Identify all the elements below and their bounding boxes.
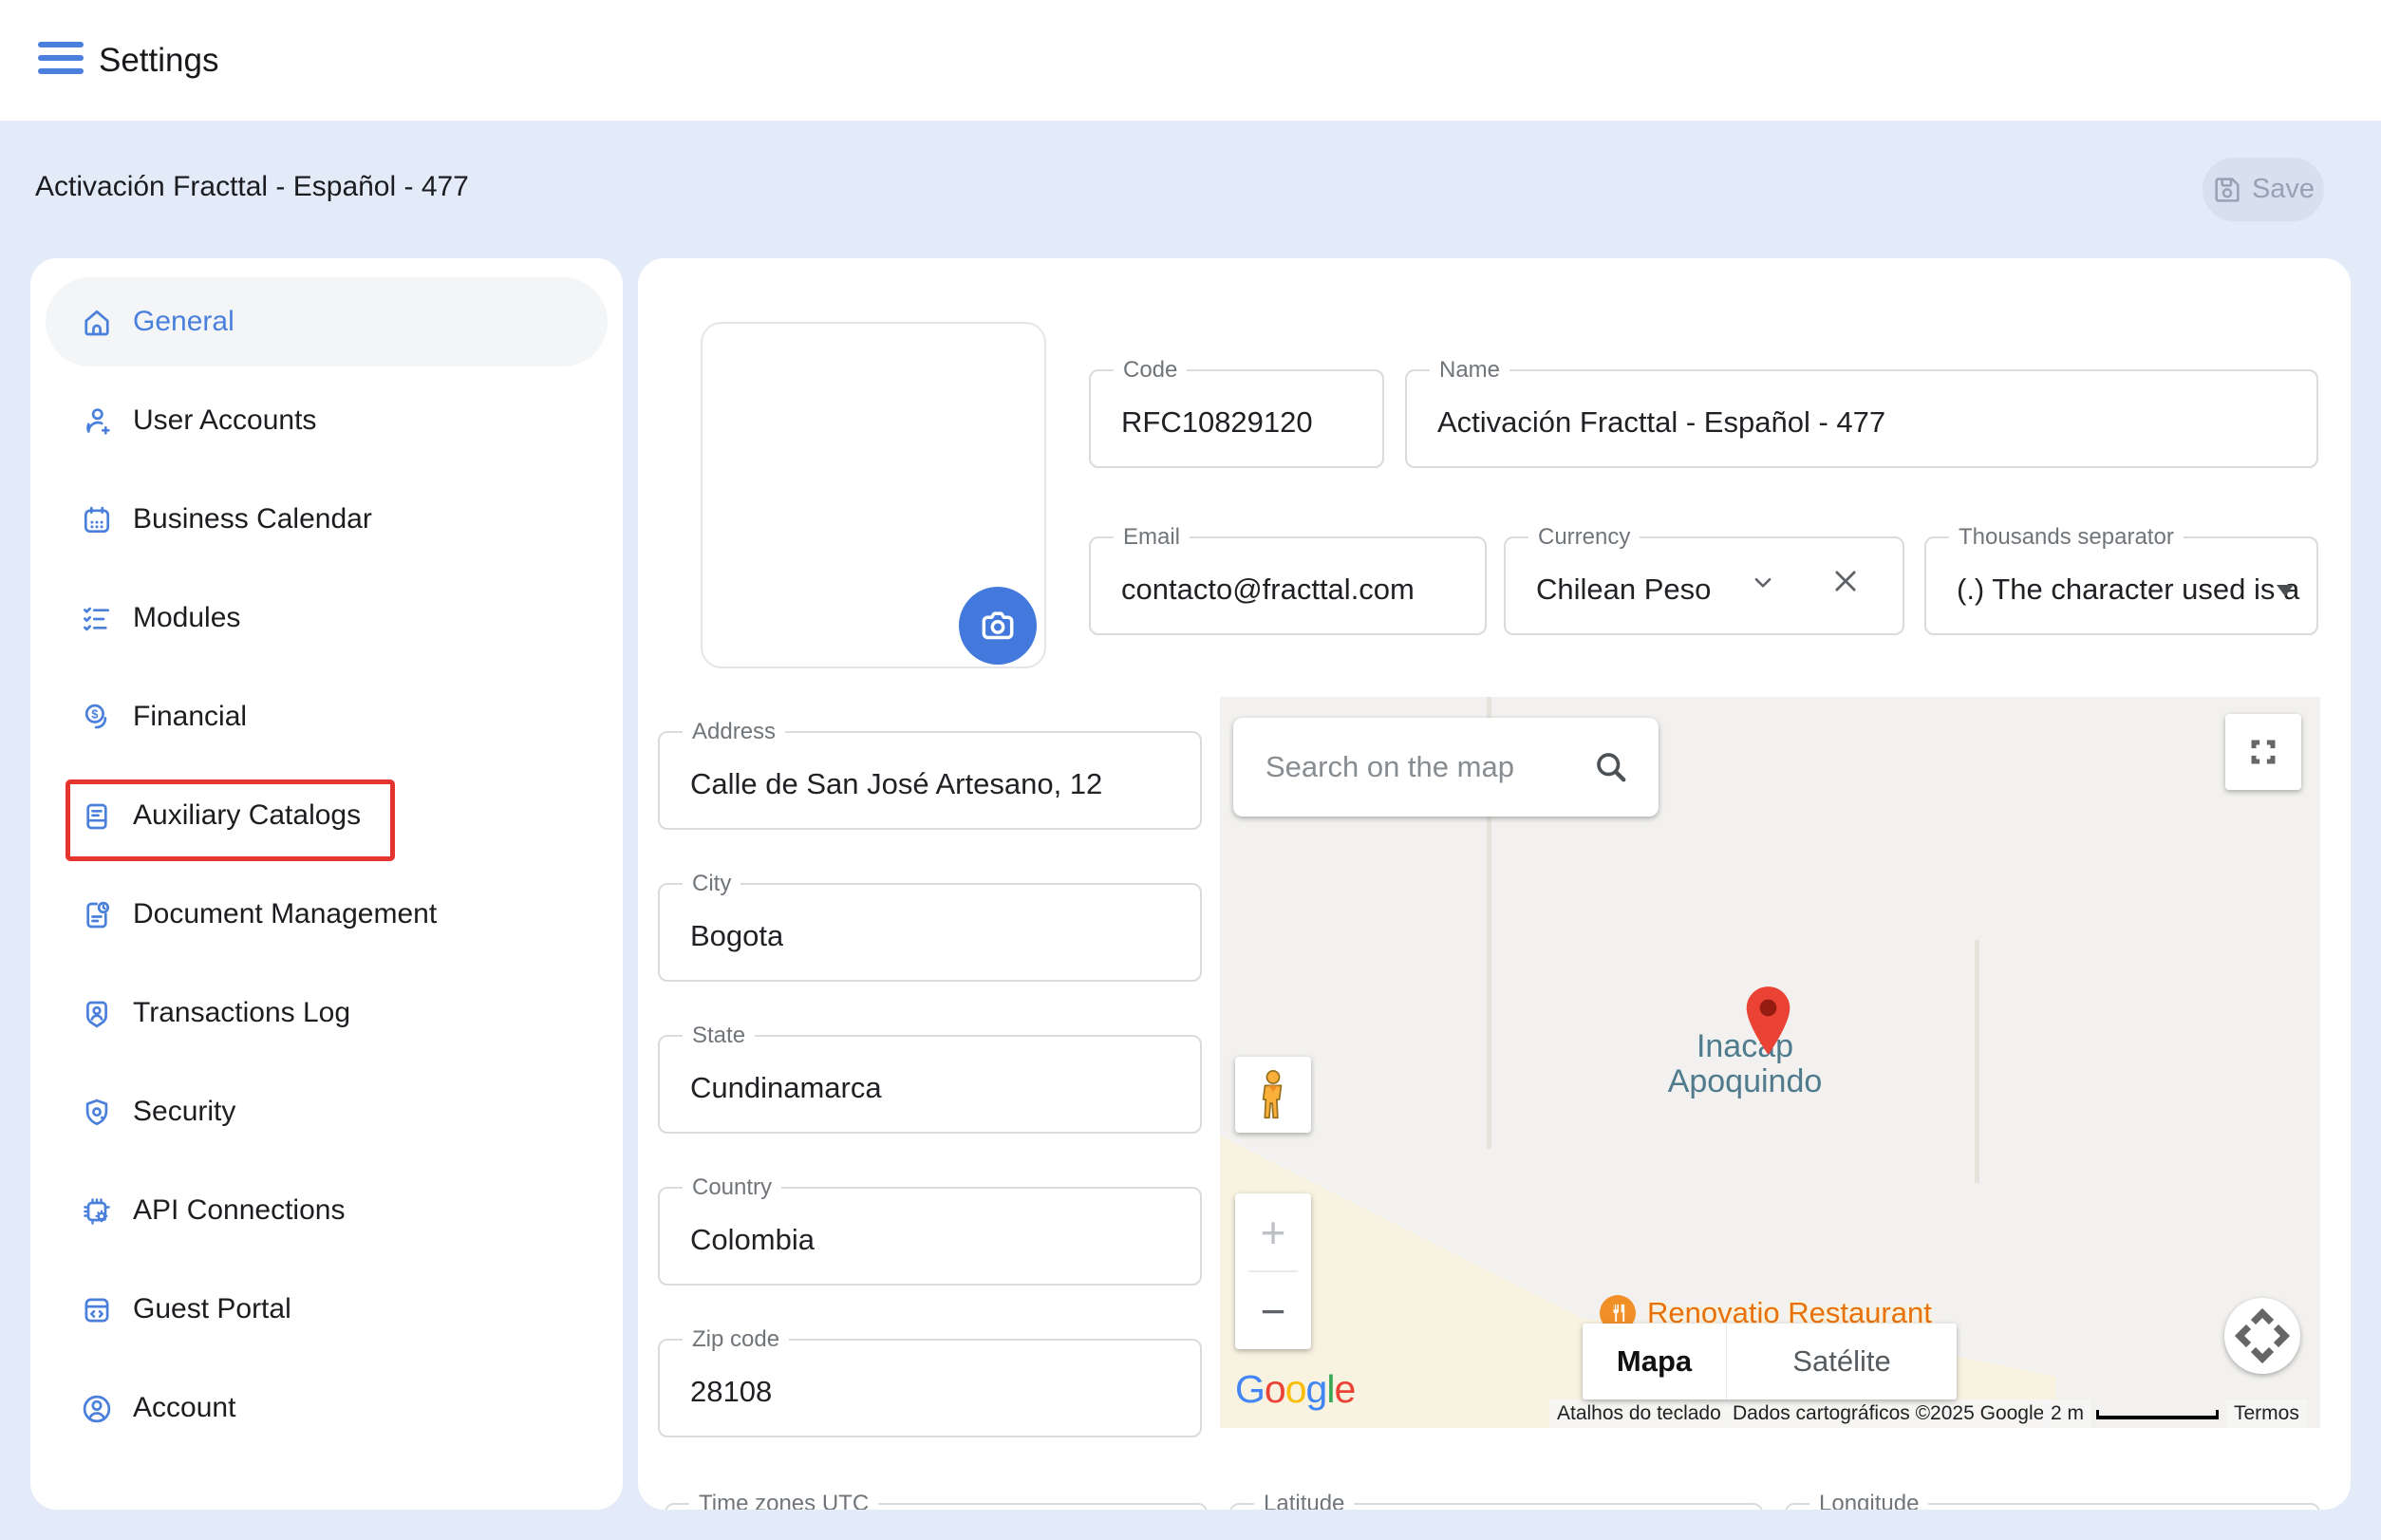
map-type-control: Mapa Satélite [1583,1324,1957,1399]
fullscreen-icon [2241,730,2285,774]
settings-sidebar: General User Accounts Business Calendar [30,258,623,1510]
map-type-map-button[interactable]: Mapa [1583,1324,1727,1399]
country-label: Country [683,1174,781,1201]
map-scale-label: 2 m [2043,1399,2091,1428]
search-icon[interactable] [1590,746,1632,788]
api-chip-icon [80,1194,114,1229]
settings-page: Settings [0,0,2381,1540]
longitude-field[interactable]: Longitude [1785,1503,2320,1510]
country-value: Colombia [690,1223,815,1257]
address-label: Address [683,719,785,745]
terms-link[interactable]: Termos [2226,1399,2307,1428]
account-person-icon [80,1392,114,1426]
name-value: Activación Fracttal - Español - 477 [1437,405,1885,440]
sidebar-item-business-calendar[interactable]: Business Calendar [46,475,608,564]
auxiliary-catalogs-icon [80,799,114,834]
latitude-field[interactable]: Latitude [1229,1503,1763,1510]
document-management-icon [80,898,114,932]
state-value: Cundinamarca [690,1071,882,1105]
sidebar-item-api-connections[interactable]: API Connections [46,1166,608,1255]
sidebar-item-account[interactable]: Account [46,1363,608,1453]
latitude-label: Latitude [1254,1491,1354,1510]
financial-coin-icon: $ [80,701,114,735]
name-label: Name [1430,357,1509,384]
guest-portal-icon [80,1293,114,1327]
transactions-log-icon [80,997,114,1031]
save-label: Save [2252,174,2315,205]
keyboard-shortcuts-link[interactable]: Atalhos do teclado [1549,1399,1729,1428]
currency-clear-icon[interactable] [1827,562,1865,600]
sidebar-item-user-accounts[interactable]: User Accounts [46,376,608,465]
save-button[interactable]: Save [2203,158,2324,221]
svg-text:$: $ [91,707,98,721]
pegman-icon [1254,1069,1292,1120]
zoom-in-button[interactable]: + [1235,1193,1311,1270]
email-field[interactable]: Email contacto@fracttal.com [1089,536,1487,635]
map-fullscreen-button[interactable] [2225,714,2301,790]
calendar-icon [80,503,114,537]
code-field[interactable]: Code RFC10829120 [1089,369,1384,468]
map-search-input[interactable] [1265,750,1579,784]
sidebar-item-document-management[interactable]: Document Management [46,870,608,959]
home-icon [80,306,114,340]
general-settings-panel: Code RFC10829120 Name Activación Fractta… [638,258,2351,1510]
sidebar-item-security[interactable]: Security [46,1067,608,1156]
sidebar-item-financial[interactable]: $ Financial [46,672,608,761]
currency-value: Chilean Peso [1536,573,1711,607]
modules-checklist-icon [80,602,114,636]
zip-code-label: Zip code [683,1326,789,1353]
thousands-separator-label: Thousands separator [1949,524,2184,551]
sidebar-item-transactions-log[interactable]: Transactions Log [46,968,608,1058]
address-field[interactable]: Address Calle de San José Artesano, 12 [658,731,1202,830]
state-label: State [683,1023,755,1049]
city-value: Bogota [690,919,783,953]
map-zoom-control: + − [1235,1193,1311,1349]
map-type-satellite-button[interactable]: Satélite [1727,1324,1957,1399]
zoom-out-button[interactable]: − [1235,1272,1311,1349]
currency-chevron-down-icon[interactable] [1747,566,1779,598]
map-scale-bar [2096,1410,2219,1419]
breadcrumb-title: Activación Fracttal - Español - 477 [35,171,469,203]
pan-arrows-icon [2224,1298,2300,1374]
timezone-label: Time zones UTC [689,1491,878,1510]
zip-code-field[interactable]: Zip code 28108 [658,1339,1202,1437]
name-field[interactable]: Name Activación Fracttal - Español - 477 [1405,369,2318,468]
sidebar-item-auxiliary-catalogs[interactable]: Auxiliary Catalogs [46,771,608,860]
google-map[interactable]: Inacap Apoquindo Renovatio Restaurant Ma… [1220,697,2320,1428]
save-floppy-icon [2212,175,2242,205]
sidebar-item-modules[interactable]: Modules [46,573,608,663]
longitude-label: Longitude [1809,1491,1928,1510]
thousands-separator-value: (.) The character used is a p [1957,573,2308,607]
address-value: Calle de San José Artesano, 12 [690,767,1102,801]
zip-code-value: 28108 [690,1375,772,1409]
sidebar-item-guest-portal[interactable]: Guest Portal [46,1265,608,1354]
map-data-attribution: Dados cartográficos ©2025 Google [1725,1399,2052,1428]
timezone-field[interactable]: Time zones UTC [665,1503,1208,1510]
city-field[interactable]: City Bogota [658,883,1202,982]
map-search-box[interactable] [1233,718,1659,817]
thousands-separator-caret-icon[interactable] [2277,585,2294,596]
top-bar: Settings [0,0,2381,121]
map-road [1975,940,1979,1183]
state-field[interactable]: State Cundinamarca [658,1035,1202,1134]
email-value: contacto@fracttal.com [1121,573,1415,607]
camera-icon [977,605,1019,647]
page-title: Settings [99,42,218,80]
upload-photo-button[interactable] [959,587,1037,665]
menu-icon[interactable] [38,42,84,80]
map-attribution: Atalhos do teclado Dados cartográficos ©… [1220,1399,2320,1428]
city-label: City [683,871,741,897]
user-accounts-icon [80,404,114,439]
street-view-pegman[interactable] [1235,1057,1311,1133]
code-value: RFC10829120 [1121,405,1313,440]
code-label: Code [1114,357,1187,384]
map-pan-control[interactable] [2224,1298,2300,1374]
country-field[interactable]: Country Colombia [658,1187,1202,1286]
sidebar-item-general[interactable]: General [46,277,608,366]
thousands-separator-select[interactable]: Thousands separator (.) The character us… [1924,536,2318,635]
currency-label: Currency [1528,524,1640,551]
map-marker-icon[interactable] [1744,985,1792,1057]
email-label: Email [1114,524,1190,551]
security-shield-icon [80,1096,114,1130]
